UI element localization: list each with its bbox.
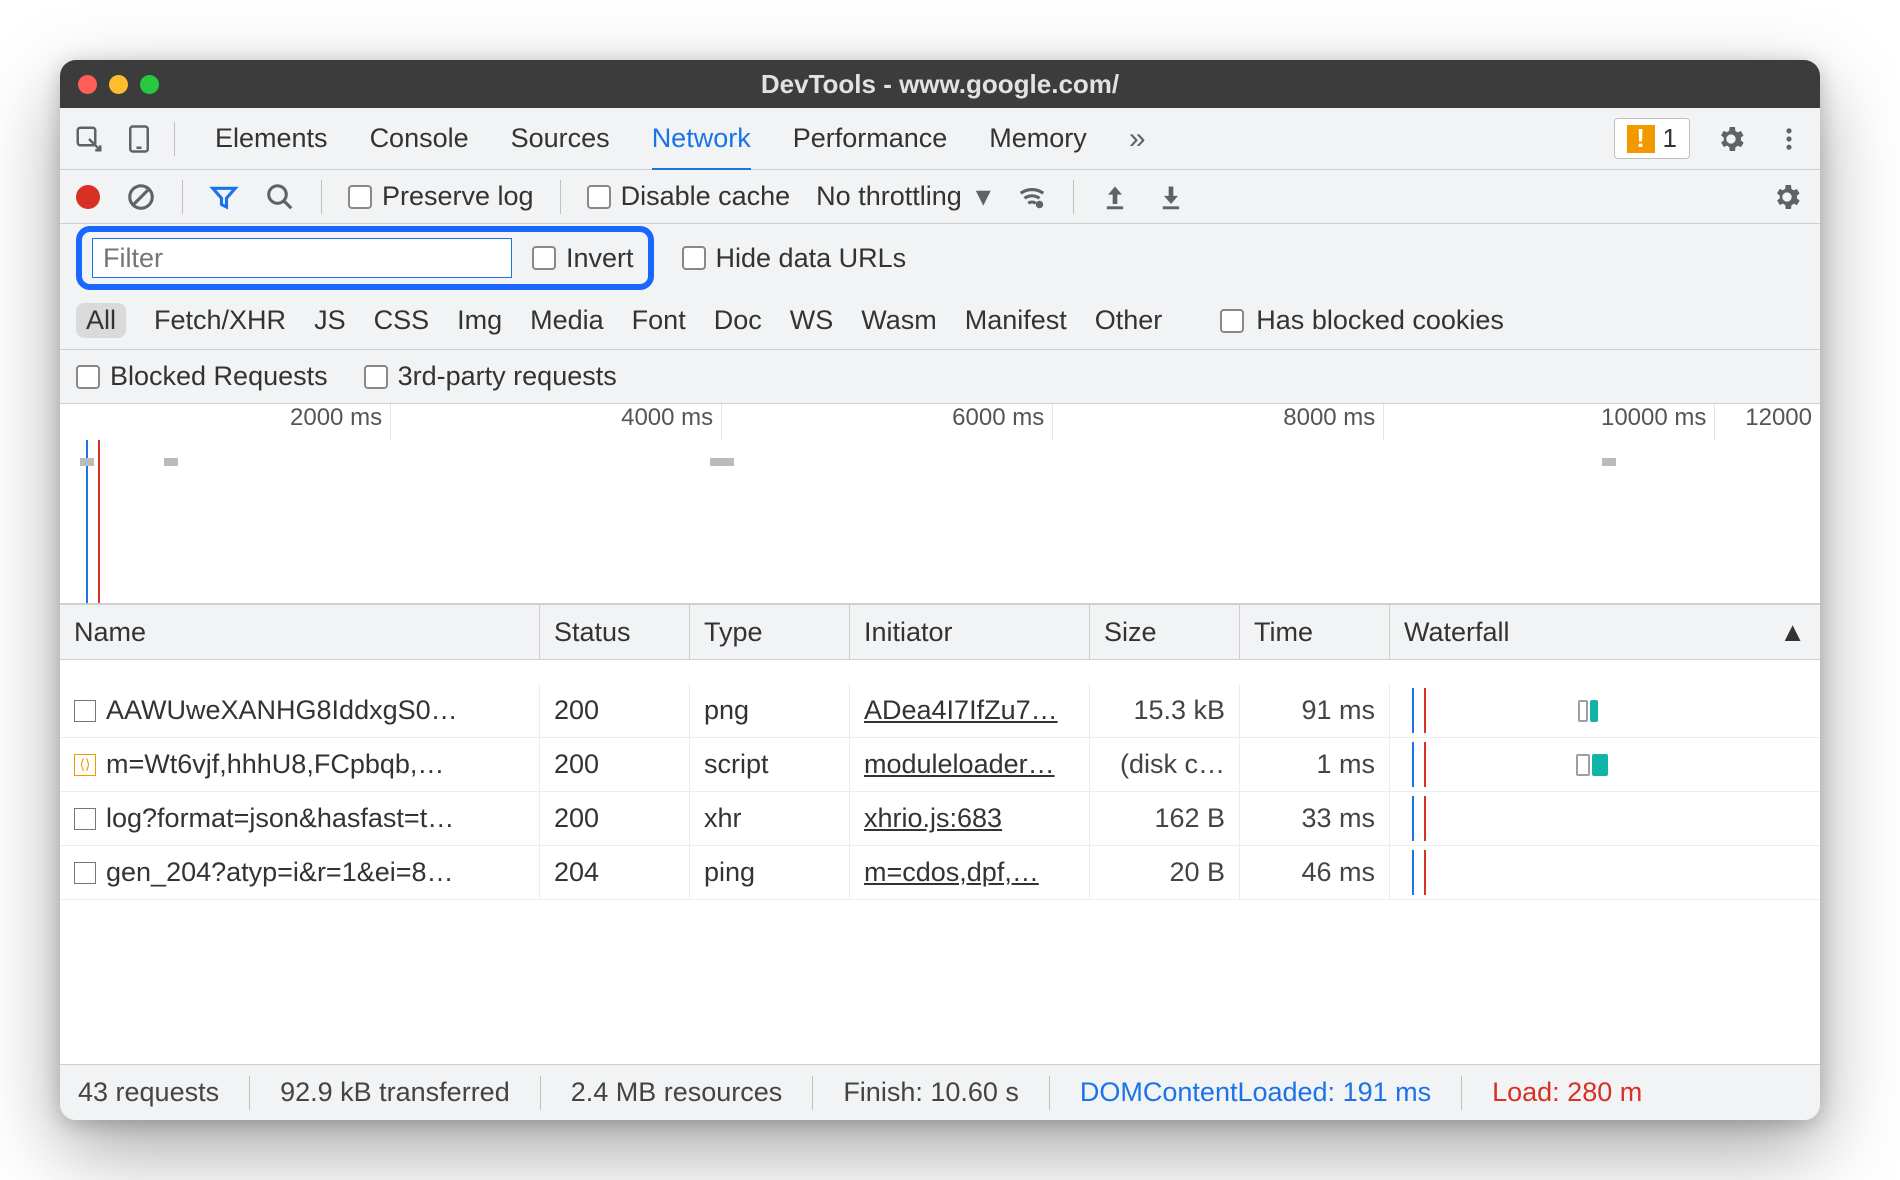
disable-cache-checkbox[interactable]: Disable cache xyxy=(587,181,791,212)
filter-js[interactable]: JS xyxy=(314,305,346,336)
tab-performance[interactable]: Performance xyxy=(793,123,948,154)
network-toolbar: Preserve log Disable cache No throttling… xyxy=(60,170,1820,224)
warnings-badge[interactable]: ! 1 xyxy=(1614,118,1690,159)
titlebar: DevTools - www.google.com/ xyxy=(60,60,1820,108)
device-toolbar-icon[interactable] xyxy=(124,124,154,154)
status-load: Load: 280 m xyxy=(1492,1077,1642,1108)
window-controls xyxy=(78,75,159,94)
settings-icon[interactable] xyxy=(1714,122,1748,156)
warning-icon: ! xyxy=(1627,125,1655,153)
has-blocked-cookies-checkbox[interactable] xyxy=(1220,309,1244,333)
filter-font[interactable]: Font xyxy=(632,305,686,336)
status-requests: 43 requests xyxy=(78,1077,219,1108)
tick-label: 6000 ms xyxy=(722,404,1053,440)
tick-label: 4000 ms xyxy=(391,404,722,440)
initiator-link[interactable]: xhrio.js:683 xyxy=(864,803,1002,834)
col-size[interactable]: Size xyxy=(1090,605,1240,659)
sort-indicator-icon: ▲ xyxy=(1779,617,1806,648)
status-bar: 43 requests 92.9 kB transferred 2.4 MB r… xyxy=(60,1064,1820,1120)
filter-doc[interactable]: Doc xyxy=(714,305,762,336)
script-icon: ⟨⟩ xyxy=(74,754,96,776)
tab-elements[interactable]: Elements xyxy=(215,123,328,154)
tab-network[interactable]: Network xyxy=(652,123,751,172)
file-icon xyxy=(74,700,96,722)
panel-tabstrip: Elements Console Sources Network Perform… xyxy=(60,108,1820,170)
status-dcl: DOMContentLoaded: 191 ms xyxy=(1080,1077,1431,1108)
tab-sources[interactable]: Sources xyxy=(511,123,610,154)
more-tabs-button[interactable]: » xyxy=(1129,122,1146,156)
filter-media[interactable]: Media xyxy=(530,305,604,336)
filter-icon[interactable] xyxy=(209,182,239,212)
status-resources: 2.4 MB resources xyxy=(571,1077,783,1108)
has-blocked-cookies-label: Has blocked cookies xyxy=(1256,305,1504,336)
clear-icon[interactable] xyxy=(126,182,156,212)
filter-input[interactable] xyxy=(92,238,512,278)
record-button[interactable] xyxy=(76,185,100,209)
filter-img[interactable]: Img xyxy=(457,305,502,336)
filter-other[interactable]: Other xyxy=(1095,305,1163,336)
tab-console[interactable]: Console xyxy=(370,123,469,154)
minimize-window-button[interactable] xyxy=(109,75,128,94)
preserve-log-checkbox[interactable]: Preserve log xyxy=(348,181,534,212)
tick-label: 12000 xyxy=(1715,404,1820,440)
third-party-checkbox[interactable]: 3rd-party requests xyxy=(364,361,617,392)
status-transferred: 92.9 kB transferred xyxy=(280,1077,510,1108)
file-icon xyxy=(74,808,96,830)
col-status[interactable]: Status xyxy=(540,605,690,659)
initiator-link[interactable]: ADea4I7IfZu7… xyxy=(864,695,1058,726)
table-row[interactable]: AAWUweXANHG8IddxgS0… 200 png ADea4I7IfZu… xyxy=(60,684,1820,738)
type-filter-row: All Fetch/XHR JS CSS Img Media Font Doc … xyxy=(60,292,1820,350)
window-title: DevTools - www.google.com/ xyxy=(60,69,1820,100)
table-row[interactable]: gen_204?atyp=i&r=1&ei=8… 204 ping m=cdos… xyxy=(60,846,1820,900)
tick-label: 2000 ms xyxy=(60,404,391,440)
table-row[interactable]: ⟨⟩m=Wt6vjf,hhhU8,FCpbqb,… 200 script mod… xyxy=(60,738,1820,792)
kebab-menu-icon[interactable] xyxy=(1772,122,1806,156)
upload-har-icon[interactable] xyxy=(1100,182,1130,212)
warning-count: 1 xyxy=(1663,123,1677,154)
status-finish: Finish: 10.60 s xyxy=(843,1077,1019,1108)
panel-settings-icon[interactable] xyxy=(1770,180,1804,214)
filter-all[interactable]: All xyxy=(76,303,126,338)
filter-manifest[interactable]: Manifest xyxy=(965,305,1067,336)
filter-highlight: Invert xyxy=(76,226,654,290)
initiator-link[interactable]: m=cdos,dpf,… xyxy=(864,857,1039,888)
filter-css[interactable]: CSS xyxy=(374,305,430,336)
extra-filters-row: Blocked Requests 3rd-party requests xyxy=(60,350,1820,404)
blocked-requests-checkbox[interactable]: Blocked Requests xyxy=(76,361,328,392)
timeline-overview[interactable]: 2000 ms 4000 ms 6000 ms 8000 ms 10000 ms… xyxy=(60,404,1820,604)
throttling-select[interactable]: No throttling ▾ xyxy=(816,179,991,214)
filter-ws[interactable]: WS xyxy=(790,305,834,336)
maximize-window-button[interactable] xyxy=(140,75,159,94)
col-initiator[interactable]: Initiator xyxy=(850,605,1090,659)
requests-table: Name Status Type Initiator Size Time Wat… xyxy=(60,604,1820,1120)
hide-data-urls-checkbox[interactable]: Hide data URLs xyxy=(682,243,907,274)
col-time[interactable]: Time xyxy=(1240,605,1390,659)
filter-fetch-xhr[interactable]: Fetch/XHR xyxy=(154,305,286,336)
download-har-icon[interactable] xyxy=(1156,182,1186,212)
table-row[interactable]: log?format=json&hasfast=t… 200 xhr xhrio… xyxy=(60,792,1820,846)
file-icon xyxy=(74,862,96,884)
tick-label: 8000 ms xyxy=(1053,404,1384,440)
invert-checkbox[interactable]: Invert xyxy=(532,243,634,274)
network-conditions-icon[interactable] xyxy=(1017,182,1047,212)
filter-wasm[interactable]: Wasm xyxy=(861,305,937,336)
close-window-button[interactable] xyxy=(78,75,97,94)
tick-label: 10000 ms xyxy=(1384,404,1715,440)
inspect-icon[interactable] xyxy=(74,124,104,154)
col-name[interactable]: Name xyxy=(60,605,540,659)
filter-row: Invert Hide data URLs xyxy=(60,224,1820,292)
col-waterfall[interactable]: Waterfall▲ xyxy=(1390,605,1820,659)
table-header: Name Status Type Initiator Size Time Wat… xyxy=(60,604,1820,660)
search-icon[interactable] xyxy=(265,182,295,212)
col-type[interactable]: Type xyxy=(690,605,850,659)
tab-memory[interactable]: Memory xyxy=(989,123,1087,154)
chevron-down-icon: ▾ xyxy=(976,179,991,214)
devtools-window: DevTools - www.google.com/ Elements Cons… xyxy=(60,60,1820,1120)
initiator-link[interactable]: moduleloader… xyxy=(864,749,1055,780)
separator xyxy=(174,122,175,156)
